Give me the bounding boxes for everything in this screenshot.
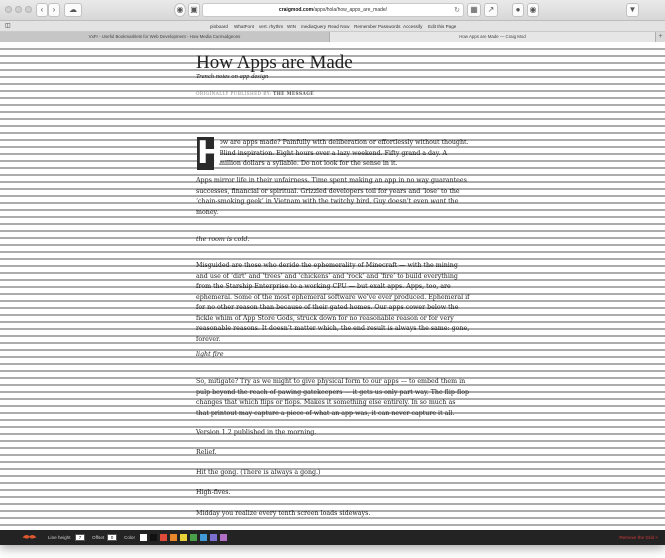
close-window-button[interactable] xyxy=(5,6,12,13)
color-swatch-green[interactable] xyxy=(190,533,197,541)
line-relief: Relief. xyxy=(196,449,217,456)
adblock-icon[interactable]: ◉ xyxy=(527,3,539,17)
bookmark-remember-passwords[interactable]: Remember Passwords xyxy=(354,21,400,32)
new-tab-button[interactable]: + xyxy=(655,32,665,42)
paragraph-mitigate: So, mitigate? Try as we might to give ph… xyxy=(196,378,470,417)
article-subtitle: Trench notes on app design xyxy=(196,73,269,80)
published-source-link[interactable]: THE MESSAGE xyxy=(273,92,314,97)
share-icon[interactable]: ↗ xyxy=(484,3,498,17)
paragraph-intro: ow are apps made? Painfully with deliber… xyxy=(219,139,469,167)
reader-icon[interactable]: ▦ xyxy=(467,3,481,17)
lock-icon[interactable]: ▣ xyxy=(188,3,200,17)
offset-label: Offset xyxy=(92,535,105,540)
section-heading-light-fire: light fire xyxy=(196,351,224,358)
line-height-input[interactable]: 7 xyxy=(75,533,85,541)
page-content: How Apps are Made Trench notes on app de… xyxy=(0,42,665,530)
cloud-tabs-icon[interactable]: ☁ xyxy=(64,3,82,17)
address-bar[interactable]: craigmod.com/apps/hola/how_apps_are_made… xyxy=(202,3,464,17)
url-text: craigmod.com/apps/hola/how_apps_are_made… xyxy=(278,7,388,13)
drop-cap: H xyxy=(197,135,223,171)
line-height-label: Line height xyxy=(48,535,71,540)
bookmark-whatfont[interactable]: WhatFont xyxy=(234,21,254,32)
extension-icon[interactable]: ◉ xyxy=(174,3,186,17)
bookmark-accessify[interactable]: Accessify xyxy=(403,21,422,32)
color-swatch-orange[interactable] xyxy=(170,533,177,541)
download-icon[interactable]: ▼ xyxy=(626,3,639,17)
color-swatch-black[interactable] xyxy=(150,533,157,541)
section-heading-room-cold: the room is cold. xyxy=(196,236,250,243)
bookmark-mediaquery[interactable]: mediaQuery xyxy=(301,21,326,32)
paragraph-mirror: Apps mirror life in their unfairness. Ti… xyxy=(196,177,467,216)
browser-window: ‹ › ☁ ◉ ▣ craigmod.com/apps/hola/how_app… xyxy=(0,0,665,545)
tab-how-apps-are-made[interactable]: How Apps are Made — Craig Mod xyxy=(330,32,655,42)
paragraph-minecraft: Misguided are those who deride the ephem… xyxy=(196,262,470,343)
bookmark-vert-rhythm[interactable]: vert. rhythm xyxy=(259,21,283,32)
bookmark-pinboard[interactable]: pinboard xyxy=(210,21,228,32)
tracker-icon[interactable]: ● xyxy=(512,3,524,17)
color-swatch-blue[interactable] xyxy=(200,533,207,541)
mustache-icon xyxy=(22,534,37,539)
color-label: Color xyxy=(124,535,135,540)
bookmark-edit-this-page[interactable]: Edit this Page xyxy=(428,21,456,32)
line-version: Version 1.2 published in the morning. xyxy=(196,429,317,436)
grid-tool-bar: Line height 7 Offset 0 Color Remove the … xyxy=(0,530,665,545)
tab-bar: VxFr - Useful Bookmarklets for Web Devel… xyxy=(0,32,665,42)
color-swatch-yellow[interactable] xyxy=(180,533,187,541)
forward-icon[interactable]: › xyxy=(48,3,60,17)
line-high-fives: High-fives. xyxy=(196,489,231,496)
bookmark-read-now[interactable]: Read Now xyxy=(328,21,349,32)
sidebar-icon[interactable]: ◫ xyxy=(5,21,11,32)
minimize-window-button[interactable] xyxy=(15,6,22,13)
color-swatch-white[interactable] xyxy=(140,533,147,541)
tab-bookmarklets[interactable]: VxFr - Useful Bookmarklets for Web Devel… xyxy=(0,32,330,42)
back-icon[interactable]: ‹ xyxy=(36,3,48,17)
line-midday: Midday you realize every tenth screen lo… xyxy=(196,510,371,517)
zoom-window-button[interactable] xyxy=(25,6,32,13)
article-title: How Apps are Made xyxy=(196,52,353,73)
browser-toolbar: ‹ › ☁ ◉ ▣ craigmod.com/apps/hola/how_app… xyxy=(0,0,665,21)
offset-input[interactable]: 0 xyxy=(107,533,117,541)
bookmarks-bar: ◫ pinboard WhatFont vert. rhythm WIN med… xyxy=(0,21,665,32)
color-swatch-red[interactable] xyxy=(160,533,167,541)
published-by: ORIGINALLY PUBLISHED BY: THE MESSAGE xyxy=(196,92,314,97)
remove-grid-button[interactable]: Remove the Grid × xyxy=(619,530,658,545)
line-gong: Hit the gong. (There is always a gong.) xyxy=(196,469,321,476)
bookmark-win[interactable]: WIN xyxy=(287,21,296,32)
color-swatch-purple[interactable] xyxy=(220,533,227,541)
color-swatch-indigo[interactable] xyxy=(210,533,217,541)
reload-icon[interactable]: ↻ xyxy=(454,4,460,17)
